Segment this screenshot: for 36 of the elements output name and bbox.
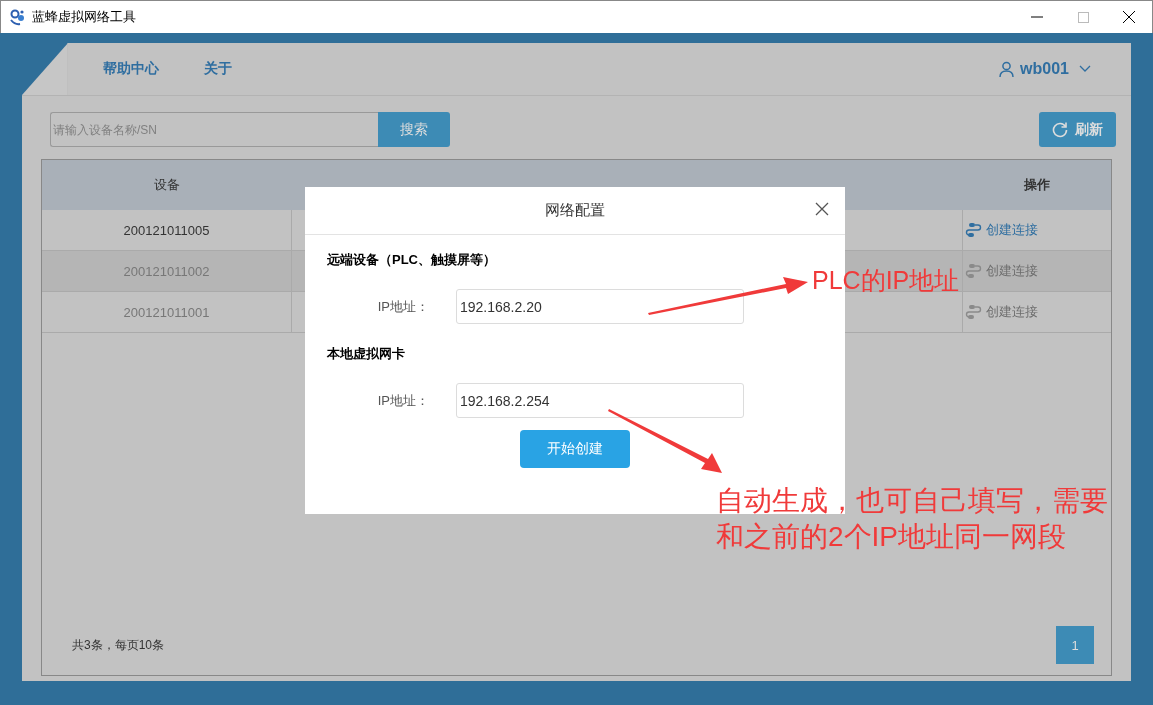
refresh-button[interactable]: 刷新 (1039, 112, 1116, 147)
chevron-down-icon[interactable] (1079, 65, 1091, 73)
user-icon (999, 61, 1015, 77)
annotation-note: 自动生成，也可自己填写，需要和之前的2个IP地址同一网段 (716, 484, 1109, 554)
column-header: 设备 (153, 176, 181, 194)
annotation-note: PLC的IP地址 (812, 265, 960, 296)
table-cell: 200121011001 (42, 292, 292, 332)
nav-link[interactable]: 帮助中心 (103, 60, 159, 78)
create-connection-link[interactable]: 创建连接 (986, 221, 1038, 239)
table-cell: 200121011002 (42, 251, 292, 291)
section-heading: 远端设备（PLC、触摸屏等） (327, 251, 497, 269)
maximize-icon (1077, 11, 1089, 23)
close-icon (1123, 11, 1135, 23)
app-logo-icon (9, 8, 26, 26)
window-title: 蓝蜂虚拟网络工具 (32, 8, 137, 26)
close-icon (815, 202, 829, 216)
refresh-icon (1052, 121, 1068, 138)
record-summary: 共3条，每页10条 (72, 636, 165, 654)
column-header: 操作 (1023, 176, 1051, 194)
link-icon (965, 304, 982, 320)
search-field[interactable]: 请输入设备名称/SN (50, 112, 378, 147)
table-cell: 200121011005 (42, 210, 292, 250)
link-icon (965, 222, 982, 238)
start-create-button[interactable]: 开始创建 (520, 430, 630, 468)
page-button[interactable]: 1 (1056, 626, 1094, 664)
search-button[interactable]: 搜索 (378, 112, 450, 147)
user-name[interactable]: wb001 (1020, 60, 1069, 78)
close-button[interactable] (815, 202, 829, 216)
section-heading: 本地虚拟网卡 (327, 345, 406, 363)
link-icon (965, 263, 982, 279)
dialog-title: 网络配置 (545, 201, 605, 220)
field-label: IP地址： (376, 297, 430, 316)
ip-address-field[interactable]: 192.168.2.20 (456, 289, 744, 324)
nav-link[interactable]: 关于 (204, 60, 232, 78)
field-label: IP地址： (376, 391, 430, 410)
ip-address-field[interactable]: 192.168.2.254 (456, 383, 744, 418)
